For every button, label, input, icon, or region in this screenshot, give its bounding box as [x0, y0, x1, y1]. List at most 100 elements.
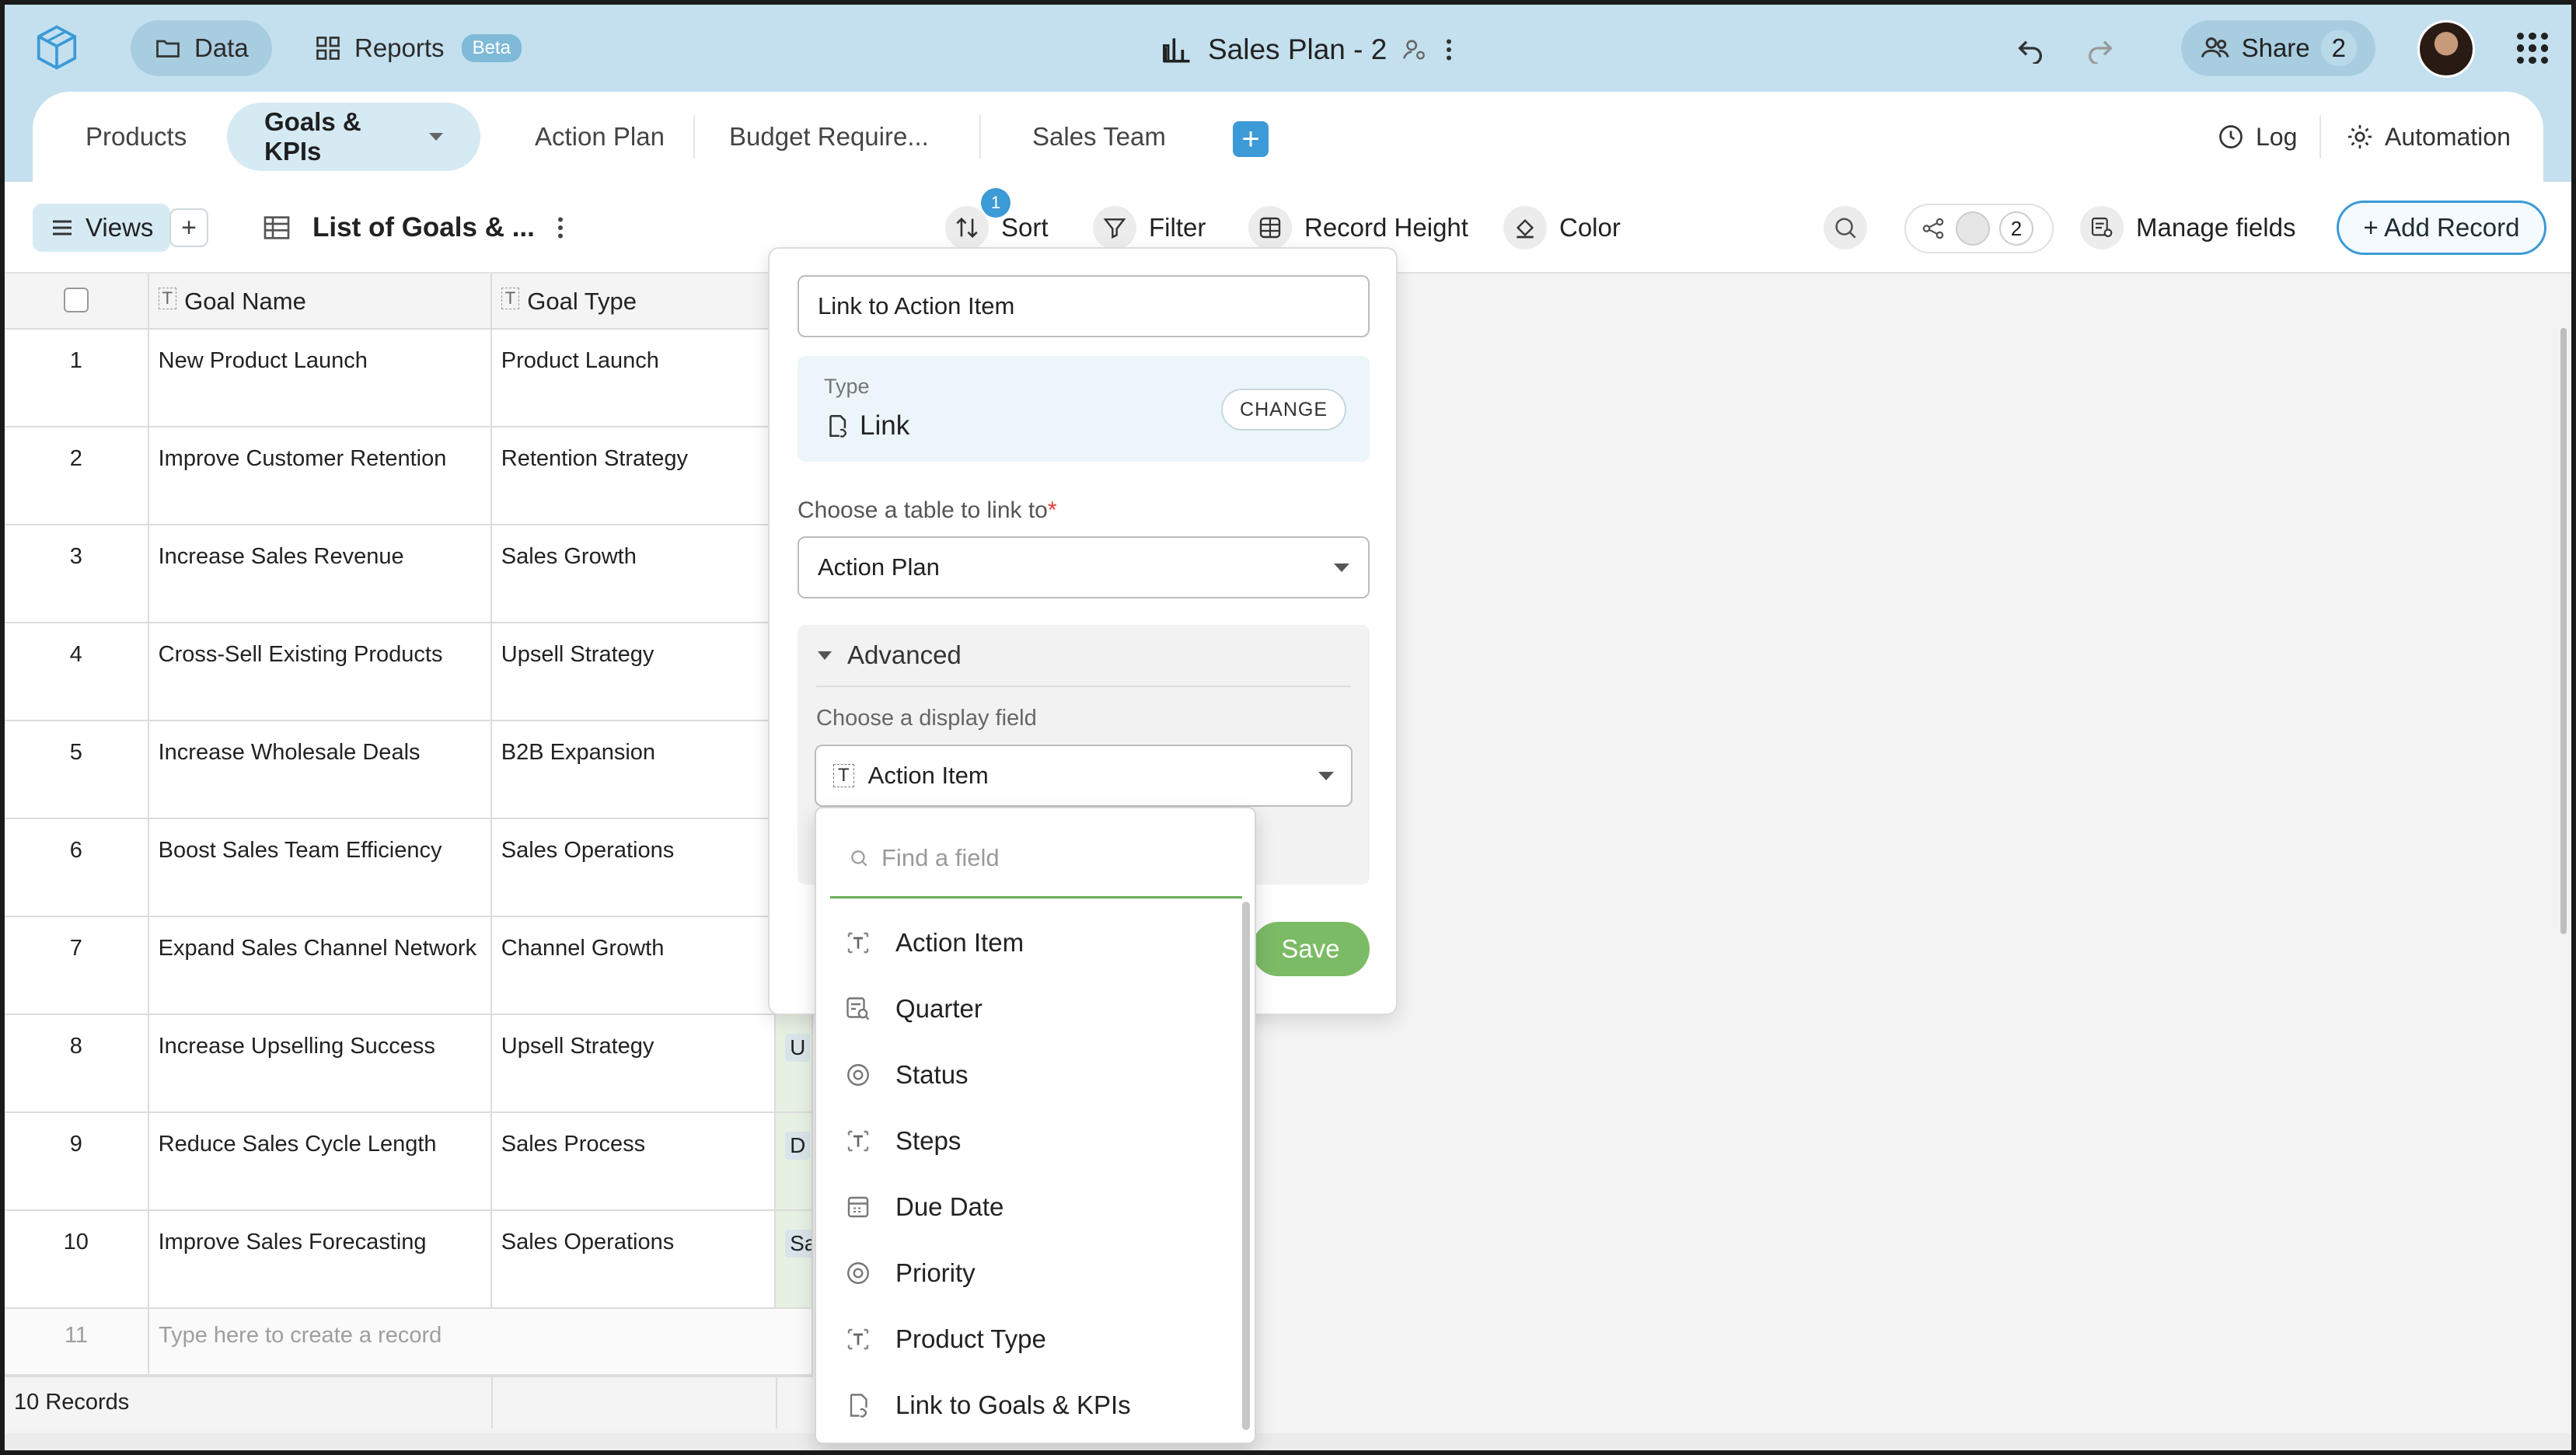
table-row[interactable]: 1 New Product Launch Product Launch	[5, 330, 812, 427]
vertical-scrollbar[interactable]	[2560, 328, 2567, 934]
change-type-button[interactable]: CHANGE	[1221, 389, 1346, 431]
field-option[interactable]: Link to Goals & KPIs	[816, 1372, 1251, 1438]
goal-name-cell[interactable]: Improve Customer Retention	[149, 427, 492, 524]
goal-name-cell[interactable]: Increase Wholesale Deals	[149, 721, 492, 818]
field-name-input[interactable]: Link to Action Item	[798, 275, 1370, 337]
field-option[interactable]: Action Item	[816, 909, 1251, 975]
find-field-input[interactable]: Find a field	[830, 819, 1242, 898]
field-option[interactable]: Status	[816, 1042, 1251, 1108]
goal-type-cell[interactable]: Sales Operations	[492, 819, 777, 916]
goal-type-cell[interactable]: Retention Strategy	[492, 427, 777, 524]
save-button[interactable]: Save	[1251, 922, 1370, 976]
manage-fields-label: Manage fields	[2136, 213, 2296, 242]
display-field-select[interactable]: T Action Item	[815, 745, 1353, 807]
linked-record-tag[interactable]: D	[785, 1132, 811, 1160]
more-vertical-icon[interactable]	[1441, 36, 1457, 64]
goal-name-cell[interactable]: Cross-Sell Existing Products	[149, 623, 492, 720]
search-button[interactable]	[1824, 204, 1867, 252]
goal-type-cell[interactable]: Upsell Strategy	[492, 1015, 777, 1111]
dropdown-scrollbar[interactable]	[1242, 902, 1250, 1430]
field-option[interactable]: Priority	[816, 1240, 1251, 1306]
user-avatar[interactable]	[2417, 20, 2475, 78]
undo-button[interactable]	[2005, 23, 2055, 73]
tab-sales-team[interactable]: Sales Team	[995, 103, 1203, 171]
table-row[interactable]: 4 Cross-Sell Existing Products Upsell Stra…	[5, 623, 812, 721]
table-body: 1 New Product Launch Product Launch 2 Improv…	[5, 330, 812, 1309]
field-option[interactable]: Quarter	[816, 975, 1251, 1042]
header-row: T Goal Name T Goal Type	[5, 274, 812, 330]
goal-name-cell[interactable]: New Product Launch	[149, 330, 492, 426]
table-tab-bar: Products Goals & KPIs Action Plan Budget…	[33, 92, 2543, 182]
column-header-goal-name[interactable]: T Goal Name	[148, 274, 492, 328]
share-button[interactable]: Share 2	[2181, 20, 2375, 76]
goal-type-cell[interactable]: Sales Growth	[492, 525, 777, 622]
table-row[interactable]: 8 Increase Upselling Success Upsell Strate…	[5, 1015, 812, 1113]
tab-budget-requirements[interactable]: Budget Require...	[692, 103, 966, 171]
goal-type-cell[interactable]: Product Launch	[492, 330, 777, 426]
new-record-placeholder[interactable]: Type here to create a record	[149, 1309, 777, 1374]
user-settings-icon[interactable]	[1401, 37, 1427, 63]
linked-cell[interactable]: Sa	[776, 1211, 812, 1307]
goal-name-cell[interactable]: Boost Sales Team Efficiency	[149, 819, 492, 916]
record-height-button[interactable]: Record Height	[1248, 204, 1468, 252]
row-number: 6	[5, 819, 149, 916]
table-row[interactable]: 7 Expand Sales Channel Network Channel Gro…	[5, 917, 812, 1015]
apps-grid-icon[interactable]	[2517, 33, 2548, 64]
filter-button[interactable]: Filter	[1093, 204, 1206, 252]
linked-cell[interactable]: D	[776, 1113, 812, 1209]
goal-name-cell[interactable]: Reduce Sales Cycle Length	[149, 1113, 492, 1209]
advanced-toggle[interactable]: Advanced	[818, 640, 962, 670]
document-title[interactable]: Sales Plan - 2	[1208, 33, 1387, 66]
goal-type-cell[interactable]: Sales Process	[492, 1113, 777, 1209]
goal-name-cell[interactable]: Increase Sales Revenue	[149, 525, 492, 622]
tab-products[interactable]: Products	[48, 103, 224, 171]
goal-type-cell[interactable]: Channel Growth	[492, 917, 777, 1014]
automation-button[interactable]: Automation	[2346, 109, 2511, 165]
color-button[interactable]: Color	[1503, 204, 1621, 252]
current-view[interactable]: List of Goals & ...	[261, 204, 566, 252]
table-row[interactable]: 9 Reduce Sales Cycle Length Sales Process D	[5, 1113, 812, 1211]
table-row[interactable]: 6 Boost Sales Team Efficiency Sales Operat…	[5, 819, 812, 917]
link-table-select[interactable]: Action Plan	[798, 536, 1370, 598]
linked-cell[interactable]: U	[776, 1015, 812, 1111]
field-option[interactable]: Steps	[816, 1108, 1251, 1174]
goal-type-cell[interactable]: Upsell Strategy	[492, 623, 777, 720]
add-table-button[interactable]: +	[1233, 121, 1269, 157]
goal-type-cell[interactable]: Sales Operations	[492, 1211, 777, 1307]
display-field-value: Action Item	[867, 762, 989, 789]
view-name: List of Goals & ...	[312, 212, 535, 242]
chevron-down-icon[interactable]	[429, 133, 443, 141]
plus-icon: +	[1241, 122, 1260, 156]
add-view-button[interactable]: +	[169, 208, 208, 247]
field-option[interactable]: Due Date	[816, 1174, 1251, 1240]
linked-record-tag[interactable]: U	[785, 1034, 811, 1062]
log-button[interactable]: Log	[2217, 109, 2297, 165]
add-record-button[interactable]: + Add Record	[2337, 201, 2546, 255]
goal-name-cell[interactable]: Increase Upselling Success	[149, 1015, 492, 1111]
tab-action-plan-label: Action Plan	[535, 122, 665, 151]
table-row[interactable]: 5 Increase Wholesale Deals B2B Expansion	[5, 721, 812, 819]
app-logo-icon[interactable]	[33, 23, 81, 72]
nav-data-button[interactable]: Data	[131, 20, 272, 76]
linked-record-tag[interactable]: Sa	[785, 1230, 812, 1258]
horizontal-scrollbar[interactable]	[5, 1433, 2571, 1450]
nav-reports-button[interactable]: Reports Beta	[291, 20, 545, 76]
goal-name-cell[interactable]: Expand Sales Channel Network	[149, 917, 492, 1014]
tab-action-plan[interactable]: Action Plan	[497, 103, 702, 171]
select-all-checkbox[interactable]	[63, 288, 89, 312]
column-header-goal-type[interactable]: T Goal Type	[491, 274, 777, 328]
more-vertical-icon[interactable]	[555, 214, 566, 242]
goal-name-cell[interactable]: Improve Sales Forecasting	[149, 1211, 492, 1307]
table-row[interactable]: 2 Improve Customer Retention Retention Str…	[5, 427, 812, 525]
collaborators-button[interactable]: 2	[1904, 204, 2054, 253]
views-button[interactable]: Views	[33, 204, 171, 252]
automation-label: Automation	[2385, 122, 2511, 151]
table-row[interactable]: 3 Increase Sales Revenue Sales Growth	[5, 525, 812, 623]
field-option[interactable]: Product Type	[816, 1306, 1251, 1372]
tab-goals-kpis[interactable]: Goals & KPIs	[227, 103, 480, 171]
new-record-row[interactable]: 11 Type here to create a record	[5, 1309, 812, 1376]
manage-fields-button[interactable]: Manage fields	[2080, 204, 2295, 252]
redo-button[interactable]	[2075, 23, 2125, 73]
table-row[interactable]: 10 Improve Sales Forecasting Sales Operati…	[5, 1211, 812, 1309]
goal-type-cell[interactable]: B2B Expansion	[492, 721, 777, 818]
